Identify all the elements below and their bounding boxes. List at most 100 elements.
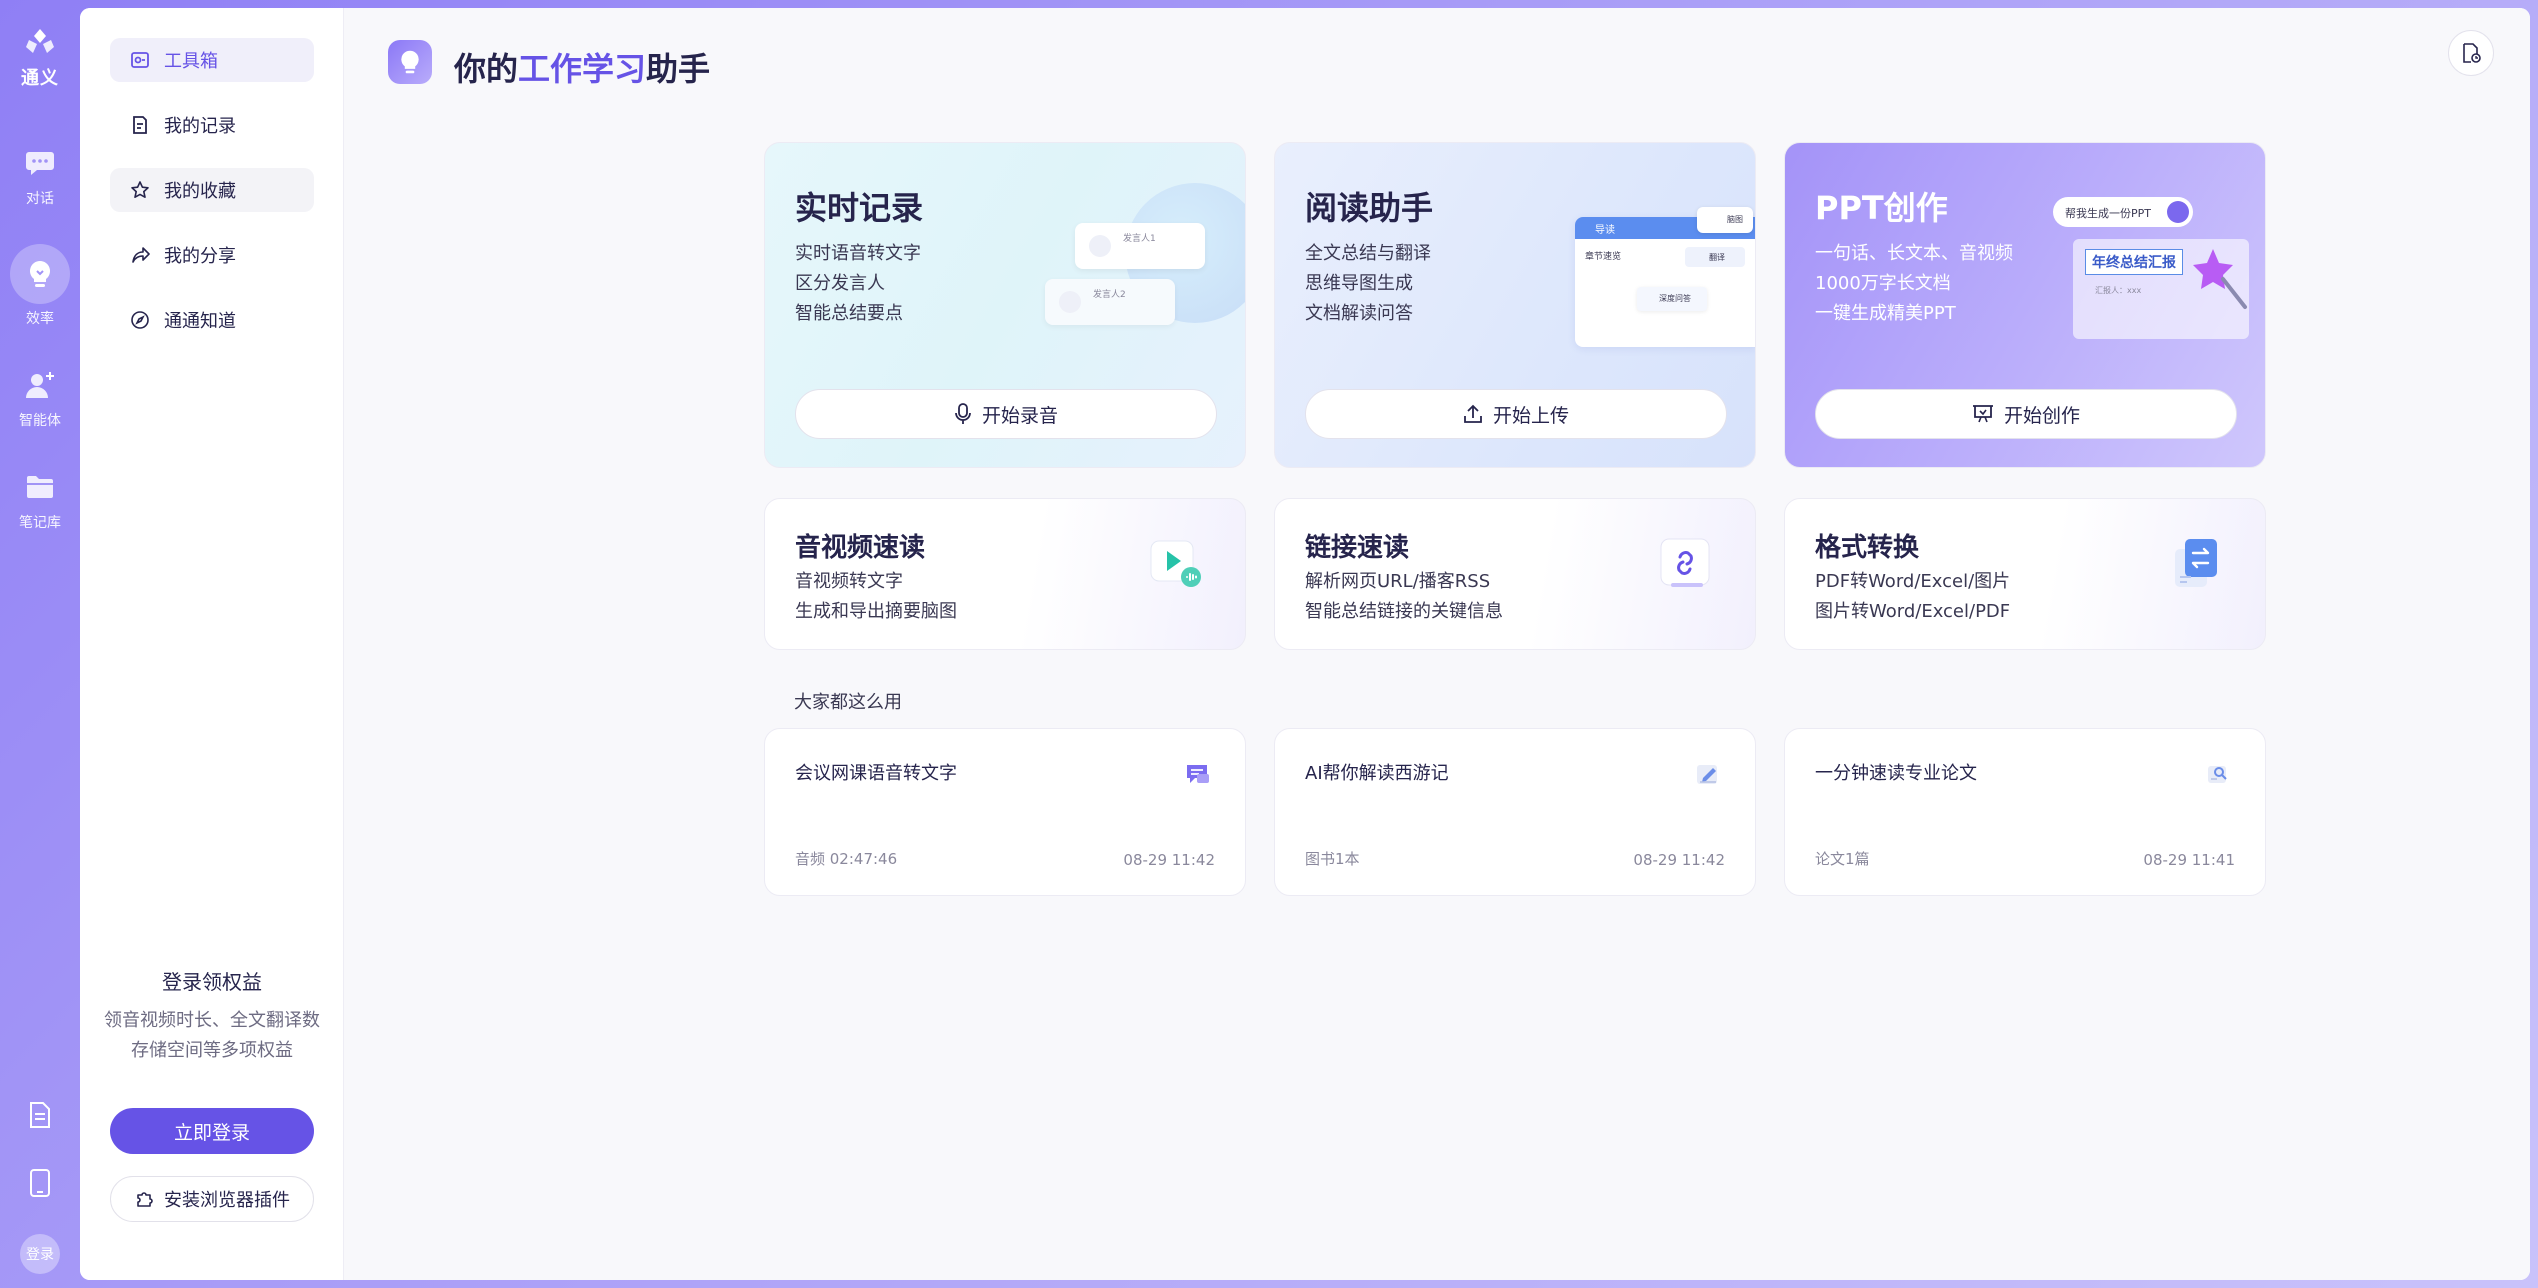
- rail-item-label: 智能体: [19, 413, 61, 429]
- magic-wand-icon: [2193, 249, 2247, 309]
- record-icon: [133, 116, 147, 134]
- start-creating-button[interactable]: 开始创作: [1815, 389, 2237, 439]
- sidebar-item-favorites[interactable]: 我的收藏: [110, 168, 314, 212]
- card-line: 文档解读问答: [1305, 303, 1413, 324]
- card-title: 会议网课语音转文字: [795, 763, 957, 784]
- video-play-icon: [1147, 535, 1203, 591]
- speaker-bubble-1: 发言人1: [1075, 223, 1205, 269]
- start-recording-button[interactable]: 开始录音: [795, 389, 1217, 439]
- card-title: 链接速读: [1305, 533, 1410, 563]
- card-line: 1000万字长文档: [1815, 273, 1951, 294]
- document-clock-icon: [2463, 43, 2481, 63]
- card-line: 一键生成精美PPT: [1815, 303, 1956, 324]
- card-meta: 论文1篇: [1815, 850, 1870, 868]
- card-line: 实时语音转文字: [795, 243, 921, 264]
- sidebar-item-records[interactable]: 我的记录: [110, 103, 314, 147]
- compass-icon: [131, 311, 149, 329]
- card-line: 智能总结要点: [795, 303, 903, 324]
- slide-title: 年终总结汇报: [2085, 249, 2183, 275]
- card-title: 实时记录: [795, 189, 924, 227]
- tool-card-link-speedread[interactable]: 链接速读 解析网页URL/播客RSS 智能总结链接的关键信息: [1274, 498, 1756, 650]
- login-button[interactable]: 立即登录: [110, 1108, 314, 1154]
- card-line: 音视频转文字: [795, 571, 903, 592]
- install-plugin-label: 安装浏览器插件: [164, 1190, 290, 1211]
- document-list-button[interactable]: [2448, 30, 2494, 76]
- pen-edit-icon: [1693, 759, 1723, 789]
- sidebar-item-shares[interactable]: 我的分享: [110, 233, 314, 277]
- example-card-paper-speedread[interactable]: 一分钟速读专业论文 论文1篇 08-29 11:41: [1784, 728, 2266, 896]
- sidebar-item-label: 工具箱: [164, 51, 218, 72]
- feature-card-reading-assistant[interactable]: 阅读助手 全文总结与翻译 思维导图生成 文档解读问答 导读 脑图 章节速览 翻译…: [1274, 142, 1756, 468]
- page-title: 你的工作学习助手: [454, 44, 710, 90]
- rail-item-chat[interactable]: 对话: [23, 146, 57, 208]
- sidebar-item-label: 通通知道: [164, 311, 236, 332]
- translate-label: 翻译: [1709, 253, 1725, 262]
- card-line: 全文总结与翻译: [1305, 243, 1431, 264]
- ppt-prompt-chip: 帮我生成一份PPT: [2053, 197, 2193, 227]
- main-window: 工具箱 我的记录 我的收藏 我的分享 通通知道 登录领权益 领音视频时长、全文翻…: [80, 8, 2530, 1280]
- promo-description: 领音视频时长、全文翻译数存储空间等多项权益: [104, 1010, 320, 1061]
- card-description: 解析网页URL/播客RSS 智能总结链接的关键信息: [1305, 567, 1503, 627]
- icon-rail: 通义 对话 效率 智能体 笔记库 登录: [0, 0, 80, 1288]
- card-title: 阅读助手: [1305, 189, 1434, 227]
- mindmap-label: 脑图: [1727, 215, 1743, 224]
- card-timestamp: 08-29 11:41: [2143, 851, 2235, 869]
- sidebar-item-tongtong[interactable]: 通通知道: [110, 298, 314, 342]
- reporter-label: 汇报人：xxx: [2095, 286, 2142, 295]
- convert-icon: [2167, 535, 2223, 591]
- tool-card-av-speedread[interactable]: 音视频速读 音视频转文字 生成和导出摘要脑图: [764, 498, 1246, 650]
- sidebar-item-label: 我的分享: [164, 246, 236, 267]
- button-label: 开始录音: [981, 404, 1058, 427]
- card-description: 全文总结与翻译 思维导图生成 文档解读问答: [1305, 239, 1431, 329]
- microphone-icon: [955, 403, 971, 424]
- card-line: 图片转Word/Excel/PDF: [1815, 601, 2011, 622]
- button-label: 开始创作: [2003, 404, 2080, 427]
- button-label: 开始上传: [1492, 404, 1569, 427]
- sidebar: 工具箱 我的记录 我的收藏 我的分享 通通知道 登录领权益 领音视频时长、全文翻…: [80, 8, 344, 1280]
- rail-item-notebook[interactable]: 笔记库: [19, 470, 61, 532]
- link-icon: [1657, 535, 1713, 591]
- user-icon: [1059, 291, 1081, 313]
- app-name: 通义: [21, 68, 59, 89]
- assistant-logo-icon: [388, 40, 432, 84]
- title-highlight: 工作学习: [518, 50, 647, 88]
- rail-item-label: 对话: [26, 191, 54, 207]
- qa-chip: 深度问答: [1637, 287, 1707, 311]
- folder-icon: [23, 470, 57, 504]
- reading-illustration: 导读 脑图 章节速览 翻译 深度问答: [1575, 207, 1755, 347]
- tool-card-format-convert[interactable]: 格式转换 PDF转Word/Excel/图片 图片转Word/Excel/PDF: [1784, 498, 2266, 650]
- feature-card-realtime-record[interactable]: 实时记录 实时语音转文字 区分发言人 智能总结要点 发言人1 发言人2 开始录音: [764, 142, 1246, 468]
- card-title: 格式转换: [1815, 533, 1920, 563]
- rail-item-label: 效率: [26, 311, 54, 327]
- card-timestamp: 08-29 11:42: [1123, 851, 1215, 869]
- section-label: 大家都这么用: [794, 692, 902, 713]
- main-content: 你的工作学习助手 实时记录 实时语音转文字 区分发言人 智能总结要点 发言人1: [344, 8, 2530, 1280]
- card-description: 一句话、长文本、音视频 1000万字长文档 一键生成精美PPT: [1815, 239, 2013, 329]
- card-description: 音视频转文字 生成和导出摘要脑图: [795, 567, 957, 627]
- card-line: PDF转Word/Excel/图片: [1815, 571, 2011, 592]
- tongyi-logo-icon: [26, 29, 54, 53]
- chapter-label: 章节速览: [1585, 252, 1622, 262]
- sidebar-item-label: 我的收藏: [164, 181, 236, 202]
- avatar[interactable]: 登录: [20, 1234, 60, 1274]
- card-timestamp: 08-29 11:42: [1633, 851, 1725, 869]
- example-card-meeting-transcribe[interactable]: 会议网课语音转文字 音频 02:47:46 08-29 11:42: [764, 728, 1246, 896]
- speaker-label: 发言人1: [1123, 234, 1156, 244]
- feature-card-ppt-creation[interactable]: PPT创作 一句话、长文本、音视频 1000万字长文档 一键生成精美PPT 帮我…: [1784, 142, 2266, 468]
- realtime-illustration: 发言人1 发言人2: [1045, 183, 1245, 343]
- rail-item-efficiency[interactable]: 效率: [10, 244, 70, 328]
- sidebar-item-toolbox[interactable]: 工具箱: [110, 38, 314, 82]
- example-card-journey-west[interactable]: AI帮你解读西游记 图书1本 08-29 11:42: [1274, 728, 1756, 896]
- tablet-icon[interactable]: [23, 1166, 57, 1200]
- install-plugin-button[interactable]: 安装浏览器插件: [110, 1176, 314, 1222]
- puzzle-icon: [137, 1192, 153, 1207]
- upload-icon: [1464, 404, 1482, 423]
- title-prefix: 你的: [454, 50, 519, 88]
- card-line: 思维导图生成: [1305, 273, 1413, 294]
- card-meta: 图书1本: [1305, 850, 1360, 868]
- title-suffix: 助手: [646, 50, 711, 88]
- start-upload-button[interactable]: 开始上传: [1305, 389, 1727, 439]
- app-logo[interactable]: 通义: [21, 26, 59, 90]
- rail-item-agents[interactable]: 智能体: [19, 368, 61, 430]
- document-icon[interactable]: [23, 1098, 57, 1132]
